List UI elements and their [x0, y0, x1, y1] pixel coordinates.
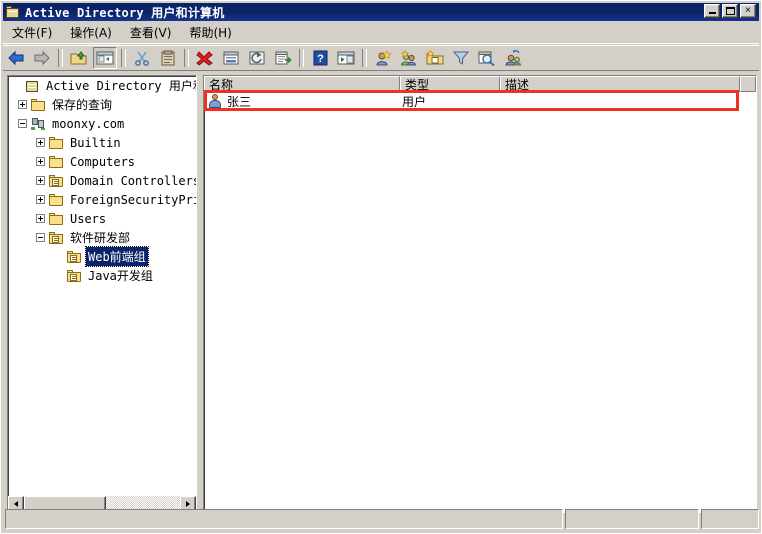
ou-folder-icon — [66, 250, 82, 264]
toolbar-separator — [58, 49, 63, 67]
status-bar — [5, 509, 759, 529]
tree-node-label: 软件研发部 — [70, 231, 131, 245]
cell-type: 用户 — [402, 94, 427, 109]
manage-users-icon[interactable] — [501, 47, 525, 69]
tree-node-software-rd-dept[interactable]: 软件研发部 — [8, 228, 196, 247]
column-header-filler — [740, 76, 756, 92]
menu-action[interactable]: 操作(A) — [61, 22, 121, 43]
maximize-button[interactable] — [722, 4, 738, 18]
tree-expander-minus-icon[interactable] — [36, 233, 45, 242]
properties-icon[interactable] — [219, 47, 243, 69]
tree-node-label: Builtin — [70, 135, 121, 150]
tree-expander-minus-icon[interactable] — [18, 119, 27, 128]
folder-icon — [48, 193, 64, 207]
tree-expander-plus-icon[interactable] — [36, 195, 45, 204]
tree-node-domain-controllers[interactable]: Domain Controllers — [8, 171, 196, 190]
application-window: Active Directory 用户和计算机 × 文件(F) 操作(A) 查看… — [0, 0, 762, 534]
toolbar-separator — [184, 49, 189, 67]
ou-folder-icon — [66, 269, 82, 283]
tree-node-label: Active Directory 用户和计算机 — [46, 79, 196, 93]
tree-node-domain[interactable]: moonxy.com — [8, 114, 196, 133]
close-button[interactable]: × — [740, 4, 756, 18]
filter-icon[interactable] — [449, 47, 473, 69]
paste-icon[interactable] — [156, 47, 180, 69]
refresh-icon[interactable] — [245, 47, 269, 69]
tree-node-label: 保存的查询 — [52, 98, 113, 112]
tree-expander-plus-icon[interactable] — [36, 214, 45, 223]
status-pane-main — [5, 509, 563, 529]
tree-node-label: Computers — [70, 154, 136, 169]
status-pane-secondary — [565, 509, 699, 529]
menu-bar: 文件(F) 操作(A) 查看(V) 帮助(H) — [3, 22, 759, 44]
new-group-icon[interactable] — [397, 47, 421, 69]
tree-node-users[interactable]: Users — [8, 209, 196, 228]
forward-icon[interactable] — [30, 47, 54, 69]
console-window-icon[interactable] — [334, 47, 358, 69]
folder-icon — [48, 155, 64, 169]
user-icon — [207, 93, 223, 109]
toolbar-separator — [362, 49, 367, 67]
window-title: Active Directory 用户和计算机 — [25, 5, 225, 20]
tree-node-label: moonxy.com — [52, 116, 125, 131]
help-icon[interactable]: ? — [308, 47, 332, 69]
status-pane-tertiary — [701, 509, 759, 529]
new-ou-icon[interactable] — [423, 47, 447, 69]
folder-icon — [48, 212, 64, 226]
tree-node-saved-queries[interactable]: 保存的查询 — [8, 95, 196, 114]
folder-icon — [30, 98, 46, 112]
tree-node-root[interactable]: Active Directory 用户和计算机 — [8, 76, 196, 95]
tree-node-label: Domain Controllers — [70, 173, 196, 188]
ou-folder-icon — [48, 231, 64, 245]
tree-node-label: Users — [70, 211, 107, 226]
tree-expander-plus-icon[interactable] — [36, 157, 45, 166]
tree-expander-plus-icon[interactable] — [36, 176, 45, 185]
details-list-pane: 名称 类型 描述 张三 用户 — [203, 75, 757, 513]
console-folder-icon — [6, 5, 20, 19]
ou-folder-icon — [48, 174, 64, 188]
folder-icon — [48, 136, 64, 150]
tree-node-computers[interactable]: Computers — [8, 152, 196, 171]
back-icon[interactable] — [4, 47, 28, 69]
export-list-icon[interactable] — [271, 47, 295, 69]
up-one-level-icon[interactable] — [67, 47, 91, 69]
minimize-button[interactable] — [704, 4, 720, 18]
domain-icon — [30, 117, 46, 131]
tree-node-label: Java开发组 — [88, 269, 153, 283]
column-header-name[interactable]: 名称 — [204, 76, 400, 92]
menu-file[interactable]: 文件(F) — [3, 22, 61, 43]
list-header: 名称 类型 描述 — [204, 76, 756, 92]
tree-view[interactable]: Active Directory 用户和计算机 保存的查询 moonxy.com… — [8, 76, 196, 496]
find-icon[interactable] — [475, 47, 499, 69]
toolbar: ? — [3, 45, 759, 71]
title-bar[interactable]: Active Directory 用户和计算机 × — [3, 3, 759, 21]
column-header-description[interactable]: 描述 — [500, 76, 740, 92]
cut-icon[interactable] — [130, 47, 154, 69]
toolbar-separator — [299, 49, 304, 67]
new-user-icon[interactable] — [371, 47, 395, 69]
toolbar-separator — [121, 49, 126, 67]
console-root-icon — [24, 79, 40, 93]
tree-expander-plus-icon[interactable] — [18, 100, 27, 109]
delete-icon[interactable] — [193, 47, 217, 69]
table-row[interactable]: 张三 用户 — [204, 92, 756, 110]
tree-expander-plus-icon[interactable] — [36, 138, 45, 147]
svg-text:?: ? — [317, 53, 324, 65]
tree-node-java-dev-group[interactable]: Java开发组 — [8, 266, 196, 285]
window-controls: × — [704, 4, 756, 18]
console-tree-pane: Active Directory 用户和计算机 保存的查询 moonxy.com… — [7, 75, 197, 513]
cell-name: 张三 — [227, 94, 252, 109]
tree-node-foreign-security-principals[interactable]: ForeignSecurityPrincipals — [8, 190, 196, 209]
tree-node-label: Web前端组 — [85, 246, 149, 267]
menu-view[interactable]: 查看(V) — [121, 22, 181, 43]
menu-help[interactable]: 帮助(H) — [180, 22, 240, 43]
show-hide-tree-icon[interactable] — [93, 47, 117, 69]
tree-node-web-frontend-group[interactable]: Web前端组 — [8, 246, 196, 267]
tree-node-builtin[interactable]: Builtin — [8, 133, 196, 152]
tree-node-label: ForeignSecurityPrincipals — [70, 192, 196, 207]
column-header-type[interactable]: 类型 — [400, 76, 500, 92]
